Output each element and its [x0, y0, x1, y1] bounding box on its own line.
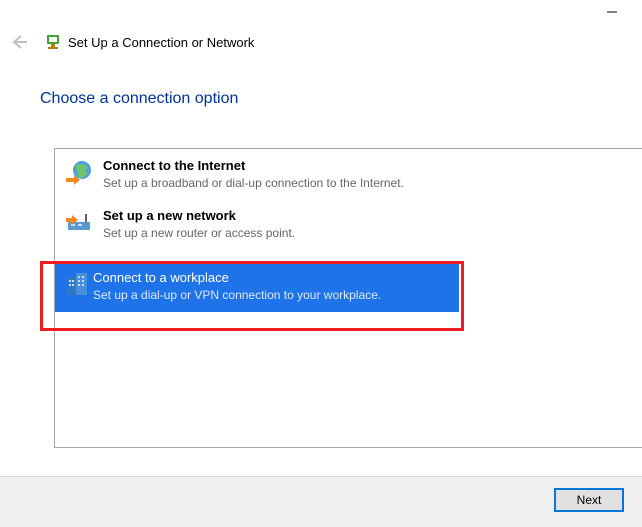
- option-connect-workplace[interactable]: Connect to a workplace Set up a dial-up …: [55, 261, 459, 312]
- minimize-button[interactable]: [594, 0, 630, 24]
- buildings-icon: [63, 269, 93, 304]
- page-heading: Choose a connection option: [40, 90, 642, 108]
- wizard-footer: Next: [0, 476, 642, 527]
- option-new-network[interactable]: Set up a new network Set up a new router…: [55, 199, 642, 249]
- option-desc: Set up a broadband or dial-up connection…: [103, 175, 404, 191]
- option-connect-internet[interactable]: Connect to the Internet Set up a broadba…: [55, 149, 642, 199]
- option-desc: Set up a dial-up or VPN connection to yo…: [93, 287, 381, 303]
- network-wizard-icon: [44, 33, 62, 51]
- option-title: Set up a new network: [103, 207, 295, 225]
- next-button[interactable]: Next: [554, 488, 624, 512]
- back-arrow-icon[interactable]: [6, 29, 32, 55]
- wizard-title: Set Up a Connection or Network: [68, 35, 254, 50]
- option-title: Connect to a workplace: [93, 269, 381, 287]
- option-desc: Set up a new router or access point.: [103, 225, 295, 241]
- wizard-header: Set Up a Connection or Network: [0, 24, 642, 60]
- globe-icon: [63, 157, 95, 189]
- titlebar: [0, 0, 642, 24]
- router-icon: [63, 207, 95, 239]
- connection-options-list: Connect to the Internet Set up a broadba…: [54, 148, 642, 448]
- option-title: Connect to the Internet: [103, 157, 404, 175]
